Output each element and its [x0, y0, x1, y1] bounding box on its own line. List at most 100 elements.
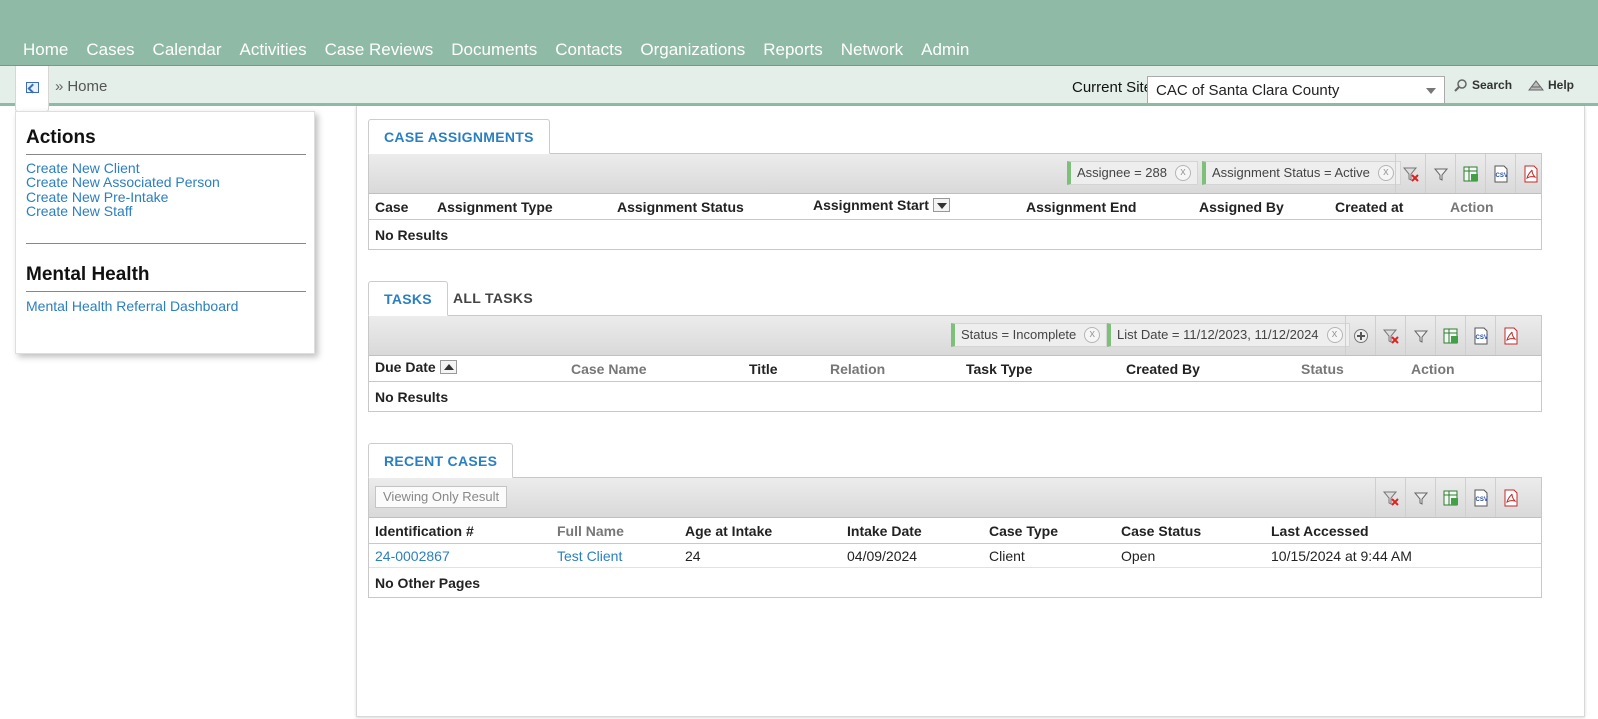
col-task-type[interactable]: Task Type [966, 361, 1032, 377]
col-age-at-intake[interactable]: Age at Intake [685, 523, 772, 539]
remove-filter-button[interactable]: x [1174, 165, 1191, 181]
remove-filter-button[interactable]: x [1084, 327, 1101, 343]
excel-export-button[interactable] [1435, 478, 1465, 517]
pdf-export-button[interactable] [1515, 154, 1545, 193]
divider [26, 291, 306, 292]
remove-filter-button[interactable]: x [1326, 327, 1343, 343]
col-last-accessed[interactable]: Last Accessed [1271, 523, 1369, 539]
nav-admin[interactable]: Admin [912, 40, 978, 60]
filter-chip[interactable]: Assignee = 288 x [1067, 161, 1198, 185]
nav-organizations[interactable]: Organizations [631, 40, 754, 60]
recent-cases-header: Identification # Full Name Age at Intake… [369, 518, 1541, 544]
tab-all-tasks[interactable]: ALL TASKS [438, 281, 548, 316]
clear-filter-button[interactable] [1375, 316, 1405, 355]
col-assigned-by[interactable]: Assigned By [1199, 199, 1284, 215]
col-action: Action [1411, 361, 1455, 377]
case-type: Client [989, 548, 1025, 564]
tab-tasks[interactable]: TASKS [368, 281, 448, 316]
col-title[interactable]: Title [749, 361, 778, 377]
sidebar-toggle-button[interactable] [15, 66, 49, 112]
svg-text:CSV: CSV [1475, 497, 1487, 503]
pdf-export-icon [1504, 489, 1517, 506]
nav-activities[interactable]: Activities [231, 40, 316, 60]
last-accessed: 10/15/2024 at 9:44 AM [1271, 548, 1412, 564]
mental-health-referral-dashboard-link[interactable]: Mental Health Referral Dashboard [26, 299, 238, 313]
create-new-associated-person-link[interactable]: Create New Associated Person [26, 175, 220, 189]
case-id-link[interactable]: 24-0002867 [375, 548, 450, 564]
pdf-export-button[interactable] [1495, 478, 1525, 517]
col-case[interactable]: Case [375, 199, 408, 215]
add-filter-button[interactable] [1345, 316, 1375, 355]
clear-filter-button[interactable] [1395, 154, 1425, 193]
col-created-by[interactable]: Created By [1126, 361, 1200, 377]
filter-chip[interactable]: Status = Incomplete x [951, 323, 1108, 347]
col-due-date[interactable]: Due Date [375, 359, 457, 375]
nav-home[interactable]: Home [14, 40, 77, 60]
nav-calendar[interactable]: Calendar [144, 40, 231, 60]
create-new-client-link[interactable]: Create New Client [26, 161, 140, 175]
nav-network[interactable]: Network [832, 40, 912, 60]
clear-filter-icon [1382, 329, 1399, 344]
breadcrumb-separator: » [55, 78, 64, 95]
svg-text:CSV: CSV [1495, 173, 1507, 179]
csv-export-button[interactable]: CSV [1465, 316, 1495, 355]
filter-chip[interactable]: Assignment Status = Active x [1202, 161, 1401, 185]
create-new-staff-link[interactable]: Create New Staff [26, 204, 132, 218]
case-assignments-grid: Assignee = 288 x Assignment Status = Act… [368, 153, 1542, 250]
current-site-select[interactable]: CAC of Santa Clara County [1147, 76, 1445, 104]
col-assignment-end[interactable]: Assignment End [1026, 199, 1136, 215]
sidebar: Actions Create New Client Create New Ass… [15, 111, 315, 354]
col-case-status[interactable]: Case Status [1121, 523, 1201, 539]
filter-button[interactable] [1405, 316, 1435, 355]
svg-text:CSV: CSV [1475, 335, 1487, 341]
breadcrumb-home[interactable]: Home [67, 78, 107, 95]
excel-export-icon [1443, 490, 1458, 505]
excel-export-icon [1443, 328, 1458, 343]
remove-filter-button[interactable]: x [1377, 165, 1394, 181]
filter-chip-label: Assignee = 288 [1077, 165, 1167, 180]
sort-desc-icon[interactable] [932, 198, 950, 212]
col-identification[interactable]: Identification # [375, 523, 474, 539]
grid-toggle-icon [26, 82, 39, 93]
help-link[interactable]: Help [1528, 78, 1574, 92]
col-created-at[interactable]: Created at [1335, 199, 1403, 215]
filter-chip-label: Status = Incomplete [961, 327, 1077, 342]
col-due-date-label: Due Date [375, 359, 436, 375]
search-link[interactable]: Search [1454, 78, 1512, 92]
col-case-type[interactable]: Case Type [989, 523, 1058, 539]
current-site-label: Current Site [1072, 79, 1153, 96]
nav-case-reviews[interactable]: Case Reviews [316, 40, 443, 60]
sort-asc-icon[interactable] [439, 360, 457, 374]
case-status: Open [1121, 548, 1156, 564]
top-nav: Home Cases Calendar Activities Case Revi… [0, 0, 1598, 66]
clear-filter-button[interactable] [1375, 478, 1405, 517]
excel-export-button[interactable] [1435, 316, 1465, 355]
col-assignment-type[interactable]: Assignment Type [437, 199, 553, 215]
csv-export-icon: CSV [1494, 165, 1507, 182]
case-name-link[interactable]: Test Client [557, 548, 622, 564]
create-new-pre-intake-link[interactable]: Create New Pre-Intake [26, 190, 168, 204]
tab-recent-cases[interactable]: RECENT CASES [368, 443, 514, 478]
nav-cases[interactable]: Cases [77, 40, 143, 60]
csv-export-button[interactable]: CSV [1485, 154, 1515, 193]
filter-button[interactable] [1425, 154, 1455, 193]
pdf-export-icon [1504, 327, 1517, 344]
csv-export-button[interactable]: CSV [1465, 478, 1495, 517]
nav-contacts[interactable]: Contacts [546, 40, 631, 60]
col-assignment-start[interactable]: Assignment Start [813, 197, 950, 213]
filter-chip[interactable]: List Date = 11/12/2023, 11/12/2024 x [1107, 323, 1350, 347]
tab-case-assignments[interactable]: CASE ASSIGNMENTS [368, 119, 550, 154]
filter-button[interactable] [1405, 478, 1435, 517]
nav-reports[interactable]: Reports [754, 40, 832, 60]
col-intake-date[interactable]: Intake Date [847, 523, 922, 539]
pdf-export-button[interactable] [1495, 316, 1525, 355]
excel-export-button[interactable] [1455, 154, 1485, 193]
col-relation: Relation [830, 361, 886, 377]
col-action: Action [1450, 199, 1494, 215]
tasks-toolbar: Status = Incomplete x List Date = 11/12/… [369, 316, 1541, 356]
age-at-intake: 24 [685, 548, 701, 564]
nav-documents[interactable]: Documents [442, 40, 546, 60]
col-assignment-status[interactable]: Assignment Status [617, 199, 744, 215]
filter-chip-label: List Date = 11/12/2023, 11/12/2024 [1117, 327, 1319, 342]
breadcrumb-bar: » Home Current Site CAC of Santa Clara Co… [0, 66, 1598, 112]
